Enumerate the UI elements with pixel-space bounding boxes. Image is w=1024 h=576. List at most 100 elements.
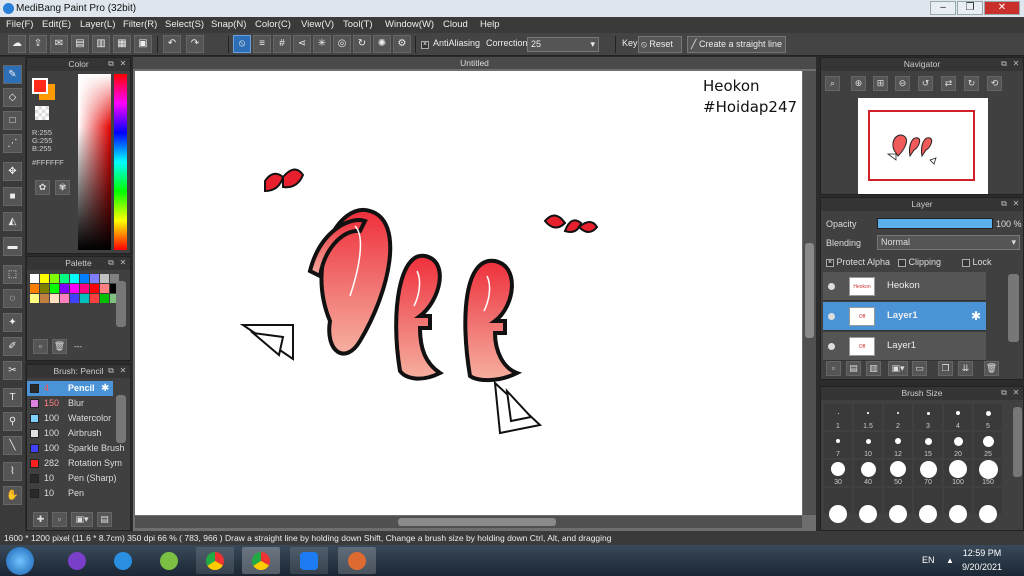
new-layer-icon[interactable]: ▫	[826, 361, 841, 376]
operation-tool-icon[interactable]: ⚲	[3, 412, 22, 431]
text-tool-icon[interactable]: T	[3, 388, 22, 407]
folder-icon[interactable]: ▭	[912, 361, 927, 376]
lock-toggle[interactable]: Lock	[962, 257, 992, 267]
undo-icon[interactable]: ↶	[163, 35, 181, 53]
vertical-scroll-thumb[interactable]	[805, 243, 814, 338]
brush-size-cell[interactable]: 10	[854, 432, 882, 458]
protect-alpha-toggle[interactable]: × Protect Alpha	[826, 257, 890, 267]
eraser-tool-icon[interactable]: ◇	[3, 88, 22, 107]
brush-size-cell[interactable]	[884, 488, 912, 523]
trash-icon[interactable]: 🗑	[52, 339, 67, 354]
close-button[interactable]: ✕	[984, 1, 1020, 15]
close-icon[interactable]: ✕	[118, 258, 128, 268]
brush-size-cell[interactable]: 12	[884, 432, 912, 458]
merge-layer-icon[interactable]: ⇊	[958, 361, 973, 376]
delete-layer-icon[interactable]: 🗑	[984, 361, 999, 376]
layer-type-menu-icon[interactable]: ▣▾	[888, 361, 908, 376]
taskbar-app3[interactable]	[150, 547, 188, 574]
redo-icon[interactable]: ↷	[186, 35, 204, 53]
new-brush-icon[interactable]: ▫	[52, 512, 67, 527]
restore-button[interactable]: ❐	[957, 1, 983, 15]
brush-item[interactable]: 10 Pen	[27, 486, 127, 501]
menu-window[interactable]: Window(W)	[385, 17, 434, 33]
taskbar-chrome[interactable]	[196, 547, 234, 574]
rotate-right-icon[interactable]: ↻	[964, 76, 979, 91]
straight-line-button[interactable]: ╱ Create a straight line	[687, 36, 786, 53]
taskbar-visualstudio[interactable]	[58, 547, 96, 574]
clock-time[interactable]: 12:59 PM	[960, 548, 1004, 558]
menu-tool[interactable]: Tool(T)	[343, 17, 373, 33]
brush-item[interactable]: 100 Airbrush	[27, 426, 127, 441]
close-icon[interactable]: ✕	[1011, 199, 1021, 209]
palette-swatch[interactable]	[60, 274, 69, 283]
palette-swatch[interactable]	[30, 274, 39, 283]
language-indicator[interactable]: EN	[922, 555, 935, 565]
palette-swatch[interactable]	[50, 284, 59, 293]
palette-swatch[interactable]	[70, 294, 79, 303]
save-icon[interactable]: ▣	[134, 35, 152, 53]
drawing-canvas[interactable]: Heokon #Hoidap247	[135, 71, 802, 515]
palette-swatch[interactable]	[70, 274, 79, 283]
menu-edit[interactable]: Edit(E)	[42, 17, 71, 33]
divide-tool-icon[interactable]: ╲	[3, 436, 22, 455]
palette-swatch[interactable]	[40, 284, 49, 293]
close-icon[interactable]: ✕	[1011, 388, 1021, 398]
brush-size-cell[interactable]: 30	[824, 460, 852, 486]
move-tool-icon[interactable]: ✥	[3, 162, 22, 181]
tray-arrow-icon[interactable]: ▲	[946, 556, 954, 565]
snap-off-icon[interactable]: ⦸	[233, 35, 251, 53]
horizontal-scroll-thumb[interactable]	[398, 518, 556, 526]
brush-size-cell[interactable]: 100	[944, 460, 972, 486]
brush-size-cell[interactable]	[824, 488, 852, 523]
brush-size-cell[interactable]: 150	[974, 459, 1002, 486]
lasso-tool-icon[interactable]: ◌	[3, 289, 22, 308]
brush-size-cell[interactable]	[974, 488, 1002, 523]
palette-swatch[interactable]	[90, 294, 99, 303]
palette-swatch[interactable]	[60, 294, 69, 303]
select-pen-icon[interactable]: ✐	[3, 337, 22, 356]
taskbar-medibang[interactable]	[338, 547, 376, 574]
brush-size-cell[interactable]	[854, 488, 882, 523]
palette-swatch[interactable]	[70, 284, 79, 293]
brush-size-scrollbar[interactable]	[1013, 407, 1022, 477]
saturation-value-field[interactable]	[78, 74, 111, 250]
menu-snap[interactable]: Snap(N)	[211, 17, 246, 33]
palette-swatch[interactable]	[80, 274, 89, 283]
menu-view[interactable]: View(V)	[301, 17, 334, 33]
gradient-tool-icon[interactable]: ▬	[3, 237, 22, 256]
eye-icon[interactable]	[828, 283, 835, 290]
vertical-scrollbar[interactable]	[803, 71, 816, 515]
brush-tool-icon[interactable]: ✎	[3, 65, 22, 84]
popout-icon[interactable]: ⧉	[106, 258, 116, 268]
palette-scrollbar[interactable]	[116, 281, 126, 327]
clock-date[interactable]: 9/20/2021	[960, 562, 1004, 572]
canvas-tab[interactable]: Untitled	[133, 57, 816, 69]
brush-size-cell[interactable]	[914, 488, 942, 523]
opacity-slider[interactable]	[877, 218, 993, 229]
rotate-left-icon[interactable]: ↺	[918, 76, 933, 91]
layer-row[interactable]: Off Layer1 ✱	[823, 302, 986, 331]
rectangle-tool-icon[interactable]: □	[3, 111, 22, 130]
correction-select[interactable]: 25 ▾	[527, 37, 599, 52]
menu-color[interactable]: Color(C)	[255, 17, 291, 33]
brush-item[interactable]: 100 Watercolor	[27, 411, 127, 426]
dot-tool-icon[interactable]: ⋰	[3, 134, 22, 153]
brush-size-cell[interactable]: 1	[824, 404, 852, 430]
reset-view-icon[interactable]: ⟲	[987, 76, 1002, 91]
palette-swatch[interactable]	[100, 274, 109, 283]
taskbar-zalo[interactable]	[290, 547, 328, 574]
minimize-button[interactable]: –	[930, 1, 956, 15]
bucket-tool-icon[interactable]: ◭	[3, 212, 22, 231]
popout-icon[interactable]: ⧉	[999, 388, 1009, 398]
brush-item[interactable]: 4 Pencil ✱	[27, 381, 113, 396]
eye-icon[interactable]	[828, 313, 835, 320]
zoom-actual-icon[interactable]: ⊞	[873, 76, 888, 91]
new-8bit-layer-icon[interactable]: ▥	[866, 361, 881, 376]
layer-row[interactable]: Heokon #Hoidap247 Heokon	[823, 272, 986, 309]
snap-cross-icon[interactable]: ✳	[313, 35, 331, 53]
snap-grid-icon[interactable]: #	[273, 35, 291, 53]
brush-size-cell[interactable]: 50	[884, 460, 912, 486]
brush-item[interactable]: 150 Blur	[27, 396, 127, 411]
brush-item[interactable]: 10 Pen (Sharp)	[27, 471, 127, 486]
flip-icon[interactable]: ⇄	[941, 76, 956, 91]
